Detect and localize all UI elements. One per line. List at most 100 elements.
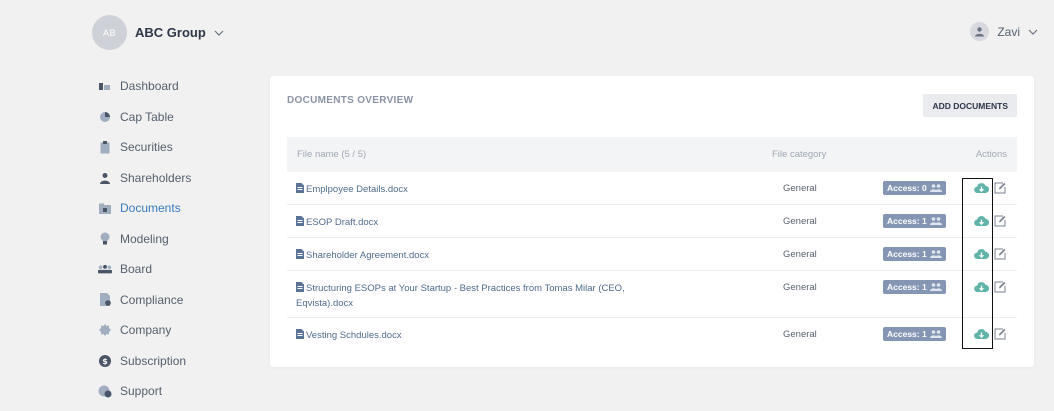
sidebar-item-dashboard[interactable]: Dashboard bbox=[98, 71, 248, 102]
table-header: File name (5 / 5) File category Actions bbox=[287, 137, 1017, 172]
file-link[interactable]: ESOP Draft.docx bbox=[296, 215, 676, 230]
access-count: Access: 1 bbox=[887, 216, 927, 226]
org-name: ABC Group bbox=[135, 25, 206, 40]
documents-card: DOCUMENTS OVERVIEW ADD DOCUMENTS File na… bbox=[270, 76, 1034, 367]
file-name: Shareholder Agreement.docx bbox=[306, 250, 430, 261]
document-icon bbox=[296, 282, 304, 292]
sidebar-item-board[interactable]: Board bbox=[98, 254, 248, 285]
sidebar-item-label: Documents bbox=[120, 201, 181, 216]
sidebar-item-modeling[interactable]: Modeling bbox=[98, 224, 248, 255]
users-icon bbox=[929, 250, 942, 258]
access-badge[interactable]: Access: 1 bbox=[883, 214, 946, 228]
file-link[interactable]: Shareholder Agreement.docx bbox=[296, 248, 676, 263]
edit-icon bbox=[994, 248, 1006, 260]
sidebar-item-cap-table[interactable]: Cap Table bbox=[98, 102, 248, 133]
table-row: ESOP Draft.docx General Access: 1 bbox=[287, 205, 1017, 238]
dollar-icon: $ bbox=[98, 354, 112, 368]
group-icon bbox=[98, 262, 112, 276]
access-count: Access: 1 bbox=[887, 282, 927, 292]
add-documents-button[interactable]: ADD DOCUMENTS bbox=[923, 94, 1017, 117]
file-name: Emplpoyee Details.docx bbox=[306, 184, 408, 195]
edit-button[interactable] bbox=[993, 181, 1007, 195]
person-icon bbox=[98, 171, 112, 185]
user-avatar-icon bbox=[970, 22, 990, 41]
card-title: DOCUMENTS OVERVIEW bbox=[287, 95, 414, 106]
cloud-download-icon bbox=[973, 329, 989, 340]
access-badge[interactable]: Access: 0 bbox=[883, 181, 946, 195]
user-menu[interactable]: Zavi bbox=[970, 22, 1038, 41]
sidebar-item-securities[interactable]: Securities bbox=[98, 132, 248, 163]
edit-icon bbox=[994, 182, 1006, 194]
sidebar-item-label: Securities bbox=[120, 140, 173, 155]
download-button[interactable] bbox=[973, 280, 989, 294]
sidebar-item-documents[interactable]: Documents bbox=[98, 193, 248, 224]
sidebar-item-label: Support bbox=[120, 384, 163, 399]
user-name: Zavi bbox=[997, 24, 1020, 39]
org-switcher[interactable]: AB ABC Group bbox=[92, 15, 224, 50]
file-category: General bbox=[783, 183, 817, 194]
sidebar-item-subscription[interactable]: $ Subscription bbox=[98, 346, 248, 377]
download-button[interactable] bbox=[973, 181, 989, 195]
edit-icon bbox=[994, 281, 1006, 293]
sidebar-item-support[interactable]: Support bbox=[98, 376, 248, 407]
sidebar-item-label: Subscription bbox=[120, 353, 187, 368]
sidebar-item-label: Cap Table bbox=[120, 109, 174, 124]
edit-button[interactable] bbox=[993, 247, 1007, 261]
file-name: ESOP Draft.docx bbox=[306, 217, 379, 228]
sidebar-nav: Dashboard Cap Table Securities Sharehold… bbox=[98, 71, 248, 407]
svg-text:$: $ bbox=[102, 357, 108, 366]
file-category: General bbox=[783, 329, 817, 340]
file-link[interactable]: Emplpoyee Details.docx bbox=[296, 182, 676, 197]
org-avatar: AB bbox=[92, 15, 127, 50]
file-check-icon bbox=[98, 293, 112, 307]
table-row: Shareholder Agreement.docx General Acces… bbox=[287, 238, 1017, 271]
users-icon bbox=[929, 217, 942, 225]
sidebar-item-shareholders[interactable]: Shareholders bbox=[98, 163, 248, 194]
document-icon bbox=[296, 329, 304, 339]
sidebar-item-label: Company bbox=[120, 323, 172, 338]
download-button[interactable] bbox=[973, 247, 989, 261]
table-row: Structuring ESOPs at Your Startup - Best… bbox=[287, 271, 1017, 318]
access-count: Access: 1 bbox=[887, 329, 927, 339]
pie-chart-icon bbox=[98, 110, 112, 124]
header-file-category: File category bbox=[772, 149, 827, 160]
edit-button[interactable] bbox=[993, 280, 1007, 294]
file-link[interactable]: Structuring ESOPs at Your Startup - Best… bbox=[296, 281, 676, 311]
access-count: Access: 0 bbox=[887, 183, 927, 193]
access-count: Access: 1 bbox=[887, 249, 927, 259]
table-row: Vesting Schdules.docx General Access: 1 bbox=[287, 318, 1017, 351]
sidebar-item-company[interactable]: Company bbox=[98, 315, 248, 346]
document-icon bbox=[296, 249, 304, 259]
download-button[interactable] bbox=[973, 327, 989, 341]
access-badge[interactable]: Access: 1 bbox=[883, 247, 946, 261]
file-category: General bbox=[783, 249, 817, 260]
cloud-download-icon bbox=[973, 249, 989, 260]
table-row: Emplpoyee Details.docx General Access: 0 bbox=[287, 172, 1017, 205]
support-icon bbox=[98, 384, 112, 398]
users-icon bbox=[929, 184, 942, 192]
access-badge[interactable]: Access: 1 bbox=[883, 327, 946, 341]
users-icon bbox=[929, 283, 942, 291]
folder-icon bbox=[98, 201, 112, 215]
sidebar-item-label: Dashboard bbox=[120, 79, 179, 94]
sidebar-item-label: Board bbox=[120, 262, 153, 277]
header-actions: Actions bbox=[975, 149, 1007, 160]
chevron-down-icon bbox=[214, 30, 224, 36]
documents-table: File name (5 / 5) File category Actions … bbox=[287, 137, 1017, 351]
file-category: General bbox=[783, 216, 817, 227]
dashboard-icon bbox=[98, 79, 112, 93]
edit-button[interactable] bbox=[993, 327, 1007, 341]
edit-button[interactable] bbox=[993, 214, 1007, 228]
lightbulb-icon bbox=[98, 232, 112, 246]
cloud-download-icon bbox=[973, 216, 989, 227]
cloud-download-icon bbox=[973, 282, 989, 293]
sidebar-item-compliance[interactable]: Compliance bbox=[98, 285, 248, 316]
access-badge[interactable]: Access: 1 bbox=[883, 280, 946, 294]
cloud-download-icon bbox=[973, 183, 989, 194]
file-category: General bbox=[783, 282, 817, 293]
download-button[interactable] bbox=[973, 214, 989, 228]
file-link[interactable]: Vesting Schdules.docx bbox=[296, 328, 676, 343]
clipboard-icon bbox=[98, 140, 112, 154]
file-name: Structuring ESOPs at Your Startup - Best… bbox=[296, 283, 625, 309]
sidebar-item-label: Compliance bbox=[120, 292, 184, 307]
